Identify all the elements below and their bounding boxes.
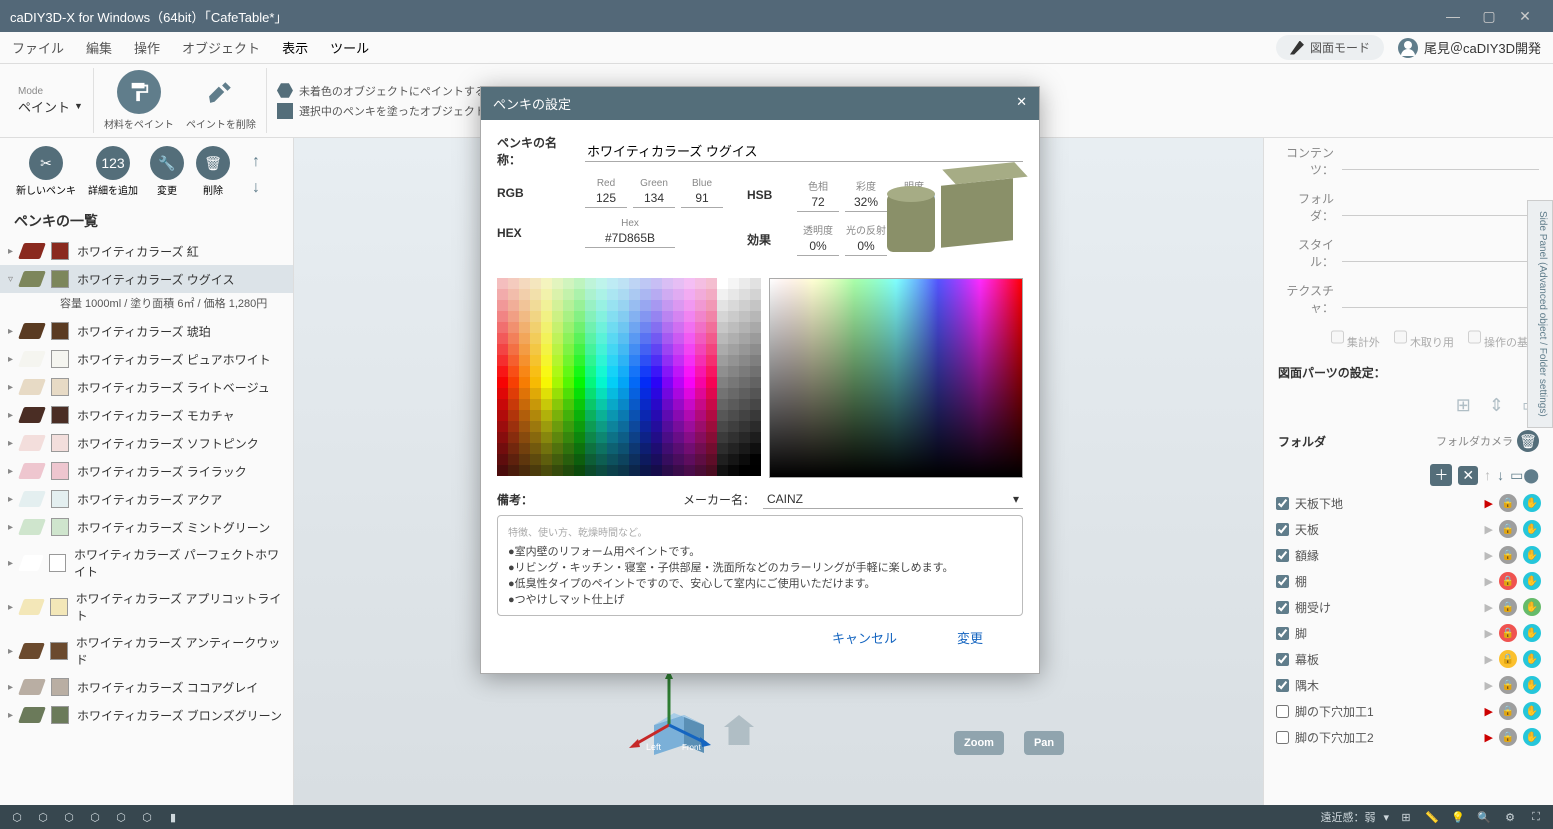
dialog-close-button[interactable]: ✕ bbox=[1016, 94, 1027, 113]
hue-input[interactable]: 72 bbox=[797, 193, 839, 212]
dialog-title: ペンキの設定 bbox=[493, 94, 571, 113]
cancel-button[interactable]: キャンセル bbox=[832, 628, 897, 647]
preview-3d bbox=[873, 164, 1023, 272]
color-gradient[interactable] bbox=[769, 278, 1023, 478]
blue-input[interactable]: 91 bbox=[681, 189, 723, 208]
green-input[interactable]: 134 bbox=[633, 189, 675, 208]
maker-select[interactable]: CAINZ▾ bbox=[763, 490, 1023, 509]
transparency-input[interactable]: 0% bbox=[797, 237, 839, 256]
notes-textarea[interactable]: 特徴、使い方、乾燥時間など。 ●室内壁のリフォーム用ペイントです。●リビング・キ… bbox=[497, 515, 1023, 616]
hex-input[interactable]: #7D865B bbox=[585, 229, 675, 248]
dialog-overlay: ペンキの設定 ✕ ペンキの名称： RGB Red125 Green134 Blu… bbox=[0, 0, 1553, 829]
red-input[interactable]: 125 bbox=[585, 189, 627, 208]
ok-button[interactable]: 変更 bbox=[957, 628, 983, 647]
paint-settings-dialog: ペンキの設定 ✕ ペンキの名称： RGB Red125 Green134 Blu… bbox=[480, 86, 1040, 674]
paint-name-input[interactable] bbox=[585, 140, 1023, 162]
color-swatches[interactable] bbox=[497, 278, 761, 478]
